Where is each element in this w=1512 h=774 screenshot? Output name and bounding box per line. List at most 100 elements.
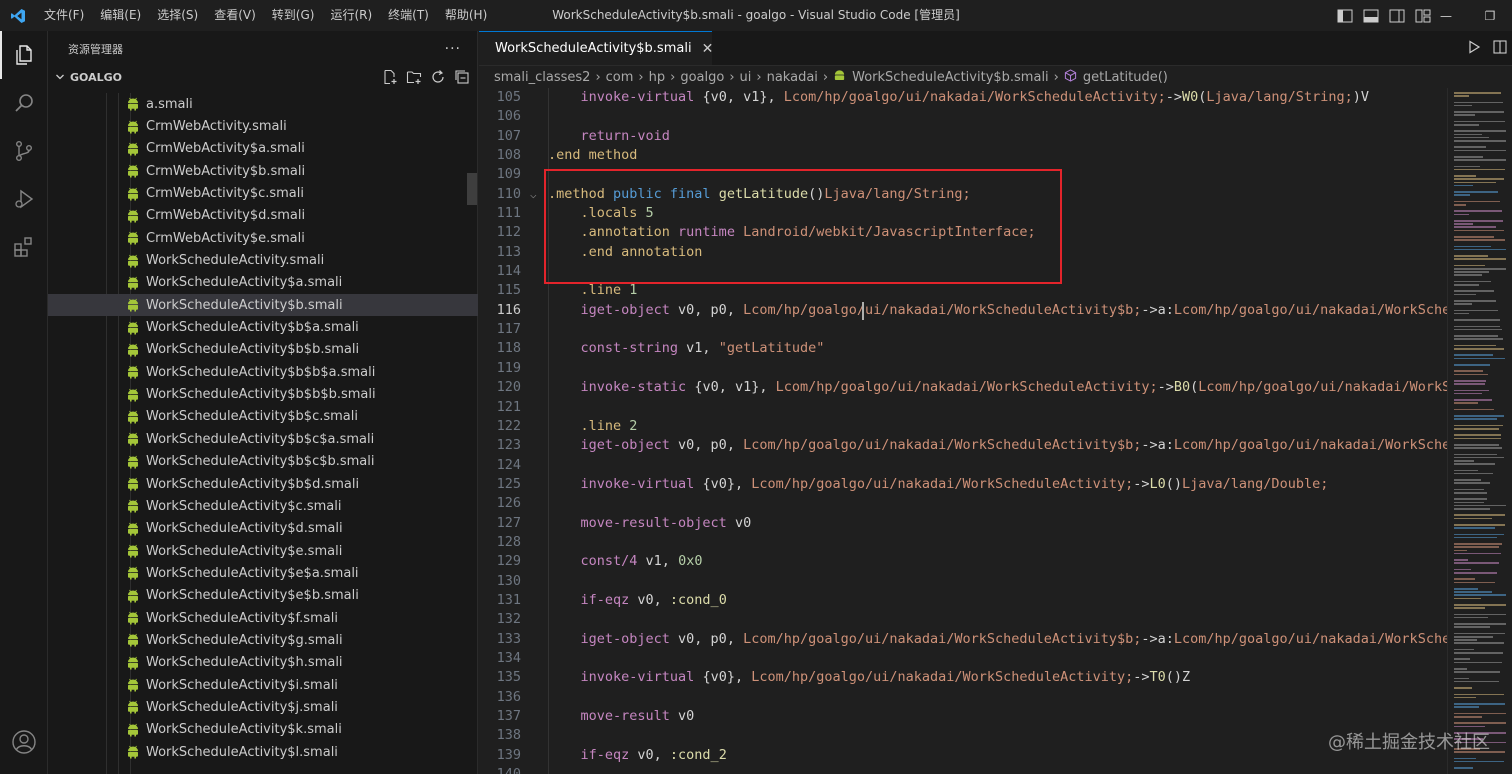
file-tree-item[interactable]: WorkScheduleActivity$e$b.smali — [48, 585, 478, 607]
close-icon[interactable]: ✕ — [702, 41, 714, 57]
breadcrumb-item[interactable]: WorkScheduleActivity$b.smali — [852, 70, 1049, 85]
file-tree-item[interactable]: WorkScheduleActivity$c.smali — [48, 495, 478, 517]
android-file-icon — [128, 254, 138, 268]
scrollbar-thumb[interactable] — [467, 173, 477, 205]
extensions-icon[interactable] — [0, 223, 48, 271]
minimap[interactable] — [1447, 88, 1512, 774]
file-tree-item[interactable]: WorkScheduleActivity$b$d.smali — [48, 473, 478, 495]
source-control-icon[interactable] — [0, 127, 48, 175]
breadcrumb-item[interactable]: ui — [740, 70, 752, 85]
file-tree-item[interactable]: WorkScheduleActivity$b$b$b.smali — [48, 383, 478, 405]
file-tree-item[interactable]: WorkScheduleActivity$e.smali — [48, 540, 478, 562]
code-token: 2 — [629, 417, 638, 434]
breadcrumb-item[interactable]: nakadai — [767, 70, 818, 85]
file-tree-item[interactable]: WorkScheduleActivity$l.smali — [48, 741, 478, 763]
more-actions-icon[interactable]: ··· — [445, 41, 461, 57]
file-tree-item[interactable]: WorkScheduleActivity$b$c$a.smali — [48, 428, 478, 450]
file-tree-item[interactable]: WorkScheduleActivity$i.smali — [48, 674, 478, 696]
line-number: 108 — [496, 147, 521, 164]
sidebar-scrollbar[interactable] — [467, 93, 477, 774]
file-tree-item[interactable]: WorkScheduleActivity$b.smali — [48, 294, 478, 317]
code-token: .locals — [548, 205, 646, 222]
file-tree-item[interactable]: CrmWebActivity$d.smali — [48, 205, 478, 227]
android-file-icon — [128, 276, 138, 290]
minimap-line — [1454, 514, 1506, 516]
fold-chevron-icon[interactable]: ⌵ — [530, 185, 537, 204]
run-debug-icon[interactable] — [0, 175, 48, 223]
file-tree-item[interactable]: CrmWebActivity.smali — [48, 115, 478, 137]
tab-active-file[interactable]: WorkScheduleActivity$b.smali ✕ — [479, 31, 714, 65]
search-icon[interactable] — [0, 79, 48, 127]
file-tree-item[interactable]: WorkScheduleActivity$b$c$b.smali — [48, 451, 478, 473]
minimap-line — [1454, 460, 1475, 462]
toggle-secondary-sidebar-icon[interactable] — [1386, 5, 1408, 27]
split-editor-icon[interactable] — [1492, 39, 1508, 59]
minimap-line — [1454, 146, 1486, 148]
line-number: 112 — [496, 224, 521, 241]
breadcrumb-item[interactable]: smali_classes2 — [494, 70, 590, 85]
file-tree-item[interactable]: WorkScheduleActivity$b$b$a.smali — [48, 361, 478, 383]
method-icon — [1064, 68, 1083, 86]
file-tree-item[interactable]: CrmWebActivity$b.smali — [48, 160, 478, 182]
account-icon[interactable] — [0, 718, 48, 766]
file-tree-item[interactable]: CrmWebActivity$c.smali — [48, 182, 478, 204]
menu-item[interactable]: 转到(G) — [264, 0, 323, 31]
file-tree-item[interactable]: WorkScheduleActivity$e$a.smali — [48, 562, 478, 584]
code-line: 123 iget-object v0, p0, Lcom/hp/goalgo/u… — [479, 436, 1447, 455]
minimap-line — [1454, 668, 1467, 670]
file-tree-item[interactable]: a.smali — [48, 93, 478, 115]
chevron-right-icon: › — [756, 69, 762, 85]
file-tree-item[interactable]: WorkScheduleActivity$b$a.smali — [48, 316, 478, 338]
file-tree-item[interactable]: WorkScheduleActivity$f.smali — [48, 607, 478, 629]
code-editor[interactable]: 105 invoke-virtual {v0, v1}, Lcom/hp/goa… — [479, 88, 1447, 774]
menu-item[interactable]: 帮助(H) — [437, 0, 495, 31]
minimap-line — [1454, 325, 1500, 328]
breadcrumb-item[interactable]: getLatitude() — [1083, 70, 1168, 85]
minimap-line — [1454, 293, 1476, 296]
code-token: v0 — [734, 514, 752, 531]
minimize-icon[interactable]: — — [1424, 0, 1468, 31]
minimap-line — [1454, 642, 1505, 644]
collapse-all-icon[interactable] — [453, 68, 471, 86]
file-tree-item[interactable]: WorkScheduleActivity$g.smali — [48, 629, 478, 651]
file-tree-item[interactable]: WorkScheduleActivity$b$c.smali — [48, 406, 478, 428]
file-tree-item[interactable]: CrmWebActivity$e.smali — [48, 227, 478, 249]
breadcrumb-item[interactable]: hp — [649, 70, 666, 85]
folder-section-header[interactable]: GOALGO — [48, 66, 477, 88]
breadcrumb-item[interactable]: com — [606, 70, 634, 85]
refresh-icon[interactable] — [429, 68, 447, 86]
android-file-icon — [128, 433, 138, 446]
file-tree-item[interactable]: WorkScheduleActivity$a.smali — [48, 272, 478, 294]
menu-item[interactable]: 终端(T) — [380, 0, 437, 31]
minimap-line — [1454, 636, 1494, 638]
file-name: WorkScheduleActivity$l.smali — [146, 744, 338, 760]
new-file-icon[interactable] — [381, 68, 399, 86]
file-tree-item[interactable]: WorkScheduleActivity.smali — [48, 249, 478, 271]
code-token: W0 — [1182, 89, 1199, 105]
file-name: WorkScheduleActivity$b$b$a.smali — [146, 364, 376, 380]
file-tree-item[interactable]: WorkScheduleActivity$k.smali — [48, 719, 478, 741]
files-icon[interactable] — [0, 31, 48, 79]
file-tree-item[interactable]: WorkScheduleActivity$d.smali — [48, 518, 478, 540]
minimap-line — [1454, 303, 1473, 305]
minimap-line — [1454, 178, 1505, 180]
menu-item[interactable]: 文件(F) — [36, 0, 92, 31]
menu-item[interactable]: 选择(S) — [149, 0, 206, 31]
file-tree-item[interactable]: CrmWebActivity$a.smali — [48, 138, 478, 160]
file-tree-item[interactable]: WorkScheduleActivity$b$b.smali — [48, 339, 478, 361]
code-line: 137 move-result v0 — [479, 707, 1447, 726]
file-tree-item[interactable]: WorkScheduleActivity$j.smali — [48, 696, 478, 718]
restore-icon[interactable]: ❐ — [1468, 0, 1512, 31]
minimap-line — [1454, 175, 1477, 177]
menu-item[interactable]: 查看(V) — [206, 0, 264, 31]
code-line: 127 move-result-object v0 — [479, 514, 1447, 533]
menu-item[interactable]: 编辑(E) — [92, 0, 149, 31]
breadcrumb-item[interactable]: goalgo — [680, 70, 724, 85]
new-folder-icon[interactable] — [405, 68, 423, 86]
file-tree-item[interactable]: WorkScheduleActivity$h.smali — [48, 652, 478, 674]
run-icon[interactable] — [1466, 39, 1482, 59]
toggle-panel-icon[interactable] — [1360, 5, 1382, 27]
minimap-line — [1454, 245, 1492, 248]
menu-item[interactable]: 运行(R) — [322, 0, 380, 31]
toggle-primary-sidebar-icon[interactable] — [1334, 5, 1356, 27]
